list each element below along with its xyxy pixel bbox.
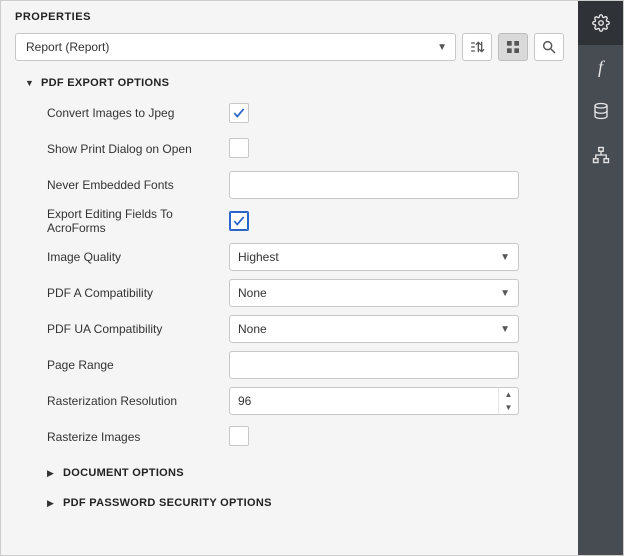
check-icon: [232, 214, 246, 228]
section-title: DOCUMENT OPTIONS: [63, 467, 184, 479]
chevron-right-icon: ▶: [47, 468, 57, 479]
chevron-down-icon: ▼: [500, 324, 510, 335]
row-image-quality: Image Quality Highest ▼: [47, 239, 564, 275]
tab-report-explorer[interactable]: [578, 133, 623, 177]
categorize-button[interactable]: [498, 33, 528, 61]
spinner-arrows: ▲ ▼: [498, 388, 518, 414]
row-convert-images-to-jpeg: Convert Images to Jpeg: [47, 95, 564, 131]
select-value: None: [238, 286, 267, 300]
database-icon: [592, 102, 610, 120]
select-value: Highest: [238, 250, 279, 264]
pdf-ua-compat-select[interactable]: None ▼: [229, 315, 519, 343]
never-embedded-fonts-input[interactable]: [229, 171, 519, 199]
field-label: Show Print Dialog on Open: [47, 142, 229, 156]
tab-properties[interactable]: [578, 1, 623, 45]
check-icon: [232, 106, 246, 120]
field-label: PDF UA Compatibility: [47, 322, 229, 336]
section-title: PDF EXPORT OPTIONS: [41, 77, 169, 89]
field-label: Image Quality: [47, 250, 229, 264]
tab-expressions[interactable]: f: [578, 45, 623, 89]
pdf-a-compat-select[interactable]: None ▼: [229, 279, 519, 307]
section-document-options-header[interactable]: ▶ DOCUMENT OPTIONS: [47, 461, 564, 485]
field-label: PDF A Compatibility: [47, 286, 229, 300]
select-value: None: [238, 322, 267, 336]
row-rasterize-images: Rasterize Images: [47, 419, 564, 455]
chevron-down-icon: ▼: [437, 42, 447, 53]
gear-icon: [592, 14, 610, 32]
object-selector-value: Report (Report): [26, 40, 109, 54]
sort-icon: [469, 39, 485, 55]
rasterize-images-checkbox[interactable]: [229, 426, 249, 446]
panel-title: PROPERTIES: [15, 11, 564, 23]
properties-body: ▼ PDF EXPORT OPTIONS Convert Images to J…: [1, 71, 578, 555]
grid-icon: [505, 39, 521, 55]
spinner-down-button[interactable]: ▼: [499, 401, 518, 414]
section-title: PDF PASSWORD SECURITY OPTIONS: [63, 497, 272, 509]
row-rasterization-resolution: Rasterization Resolution 96 ▲ ▼: [47, 383, 564, 419]
image-quality-select[interactable]: Highest ▼: [229, 243, 519, 271]
export-editing-fields-checkbox[interactable]: [229, 211, 249, 231]
right-sidebar: f: [578, 1, 623, 555]
sort-button[interactable]: [462, 33, 492, 61]
tree-icon: [592, 146, 610, 164]
object-selector[interactable]: Report (Report) ▼: [15, 33, 456, 61]
panel-header: PROPERTIES: [1, 1, 578, 33]
field-label: Never Embedded Fonts: [47, 178, 229, 192]
field-label: Export Editing Fields To AcroForms: [47, 207, 229, 235]
toolbar: Report (Report) ▼: [1, 33, 578, 71]
convert-images-checkbox[interactable]: [229, 103, 249, 123]
field-label: Page Range: [47, 358, 229, 372]
section-pdf-export-header[interactable]: ▼ PDF EXPORT OPTIONS: [25, 71, 564, 95]
function-icon: f: [598, 57, 603, 78]
search-button[interactable]: [534, 33, 564, 61]
section-pdf-export-body: Convert Images to Jpeg Show Print Dialog…: [25, 95, 564, 515]
field-label: Convert Images to Jpeg: [47, 106, 229, 120]
rasterization-resolution-spinner[interactable]: 96 ▲ ▼: [229, 387, 519, 415]
chevron-down-icon: ▼: [25, 78, 35, 88]
chevron-right-icon: ▶: [47, 498, 57, 509]
row-page-range: Page Range: [47, 347, 564, 383]
row-show-print-dialog: Show Print Dialog on Open: [47, 131, 564, 167]
spinner-up-button[interactable]: ▲: [499, 388, 518, 401]
search-icon: [541, 39, 557, 55]
chevron-down-icon: ▼: [500, 252, 510, 263]
app-root: PROPERTIES Report (Report) ▼ ▼ PDF EXPOR…: [0, 0, 624, 556]
field-label: Rasterization Resolution: [47, 394, 229, 408]
section-pdf-password-security-header[interactable]: ▶ PDF PASSWORD SECURITY OPTIONS: [47, 491, 564, 515]
field-label: Rasterize Images: [47, 430, 229, 444]
tab-data[interactable]: [578, 89, 623, 133]
show-print-dialog-checkbox[interactable]: [229, 138, 249, 158]
row-pdf-a-compat: PDF A Compatibility None ▼: [47, 275, 564, 311]
row-export-editing-fields: Export Editing Fields To AcroForms: [47, 203, 564, 239]
main-panel: PROPERTIES Report (Report) ▼ ▼ PDF EXPOR…: [1, 1, 578, 555]
row-never-embedded-fonts: Never Embedded Fonts: [47, 167, 564, 203]
row-pdf-ua-compat: PDF UA Compatibility None ▼: [47, 311, 564, 347]
chevron-down-icon: ▼: [500, 288, 510, 299]
page-range-input[interactable]: [229, 351, 519, 379]
spinner-value: 96: [230, 394, 498, 408]
